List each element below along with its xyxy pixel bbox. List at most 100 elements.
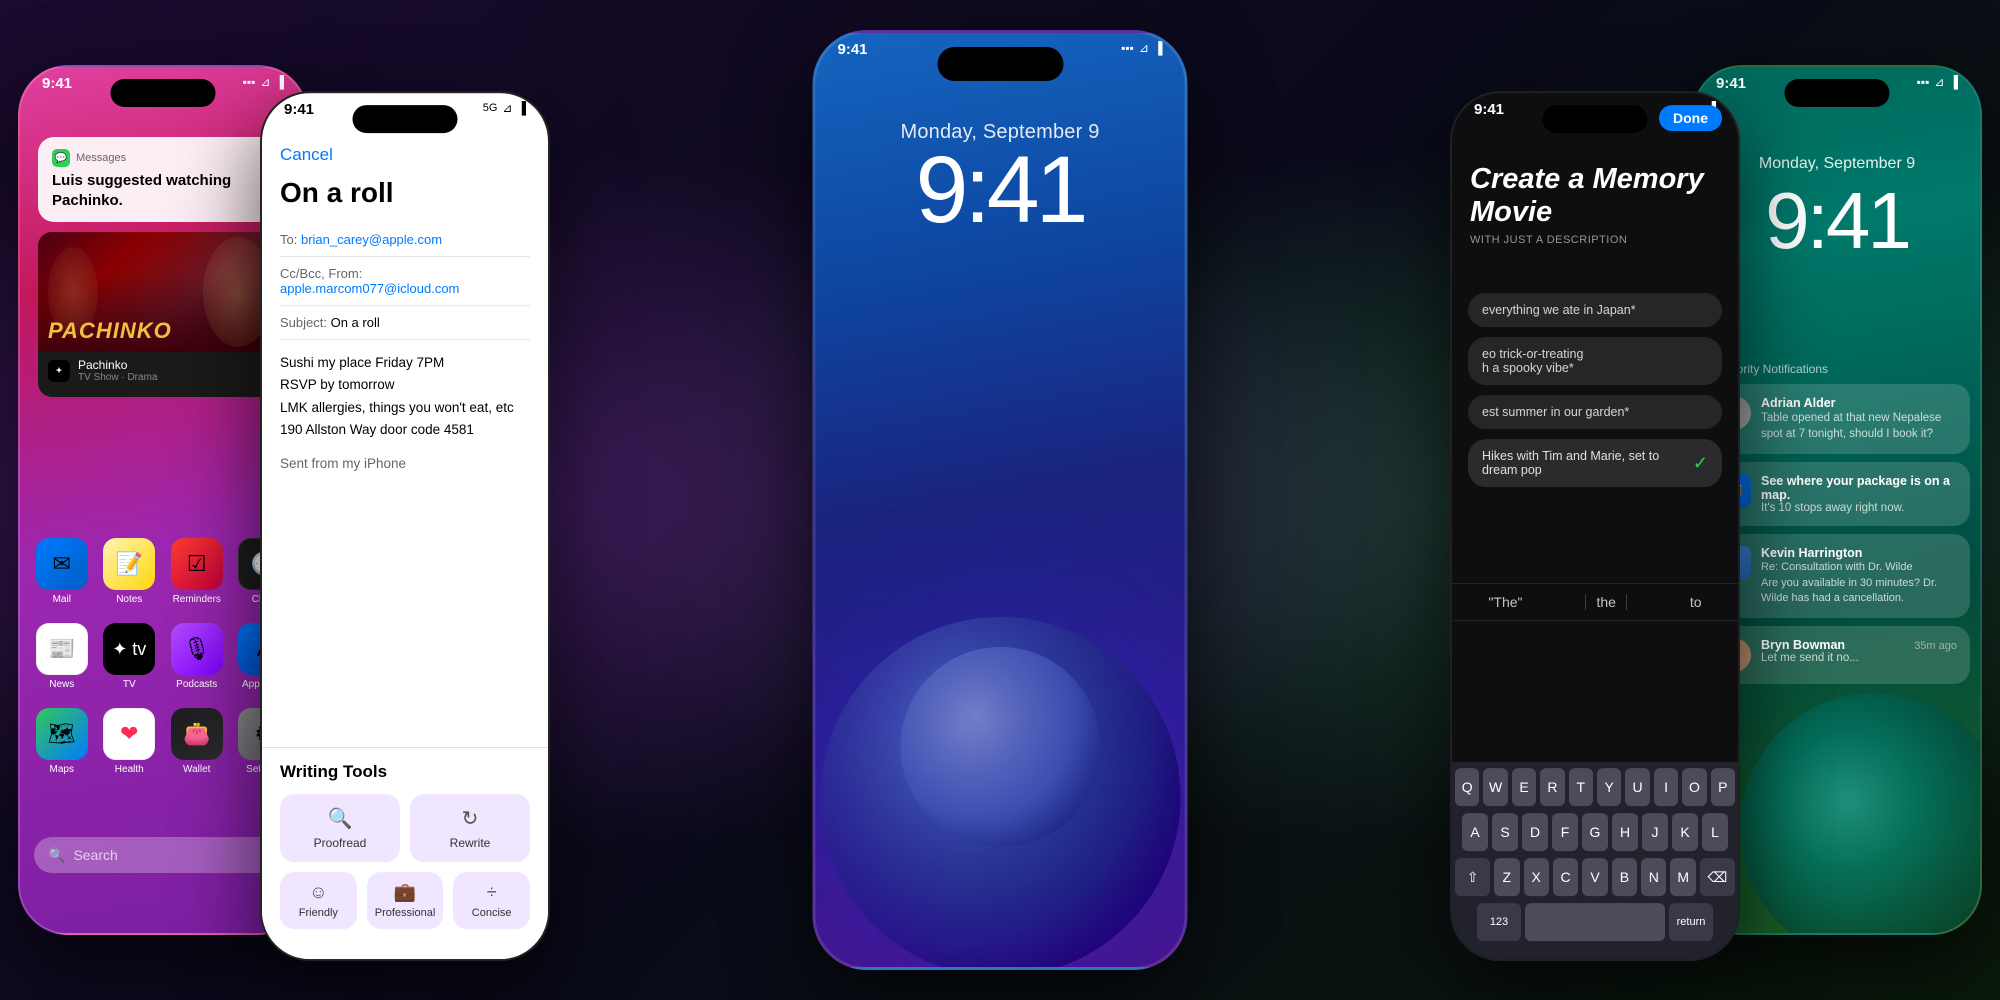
key-K[interactable]: K — [1672, 813, 1698, 851]
phone2-cc-field[interactable]: Cc/Bcc, From: apple.marcom077@icloud.com — [280, 257, 530, 306]
key-A[interactable]: A — [1462, 813, 1488, 851]
phone5-signal-icon: ▪▪▪ — [1917, 75, 1930, 89]
phone1-reminders-label: Reminders — [173, 594, 221, 605]
phone1-show-genre: TV Show · Drama — [78, 372, 157, 383]
key-J[interactable]: J — [1642, 813, 1668, 851]
key-return[interactable]: return — [1669, 903, 1713, 941]
phone5-notif-3[interactable]: ✉ Kevin Harrington Re: Consultation with… — [1704, 534, 1970, 618]
key-T[interactable]: T — [1569, 768, 1593, 806]
key-F[interactable]: F — [1552, 813, 1578, 851]
phone1-reminders-icon: ☑ — [171, 538, 223, 590]
phone1-app-news[interactable]: 📰 News — [36, 623, 88, 690]
key-V[interactable]: V — [1582, 858, 1607, 896]
phone2-friendly-btn[interactable]: ☺ Friendly — [280, 872, 357, 929]
phone4-bubble-2: eo trick-or-treatingh a spooky vibe* — [1468, 337, 1722, 385]
phone1-tv-card[interactable]: PACHINKO ✦ Pachinko TV Show · Drama — [38, 232, 288, 397]
key-U[interactable]: U — [1625, 768, 1649, 806]
phone2-subject-label: Subject: — [280, 315, 331, 330]
phone2-email-body[interactable]: Sushi my place Friday 7PM RSVP by tomorr… — [280, 352, 530, 475]
phone4-bubble-4: Hikes with Tim and Marie, set to dream p… — [1468, 439, 1722, 487]
phone1-app-maps[interactable]: 🗺 Maps — [36, 708, 88, 775]
key-H[interactable]: H — [1612, 813, 1638, 851]
phone1-search-bar[interactable]: 🔍 Search — [34, 837, 292, 873]
phone5-status-time: 9:41 — [1716, 75, 1746, 92]
key-123[interactable]: 123 — [1477, 903, 1521, 941]
phone5-notif-4[interactable]: B Bryn Bowman 35m ago Let me send it no.… — [1704, 626, 1970, 684]
key-L[interactable]: L — [1702, 813, 1728, 851]
phone1-health-label: Health — [115, 764, 144, 775]
phone1-status-icons: ▪▪▪ ⊿ ▐ — [243, 75, 284, 89]
phone5-dynamic-island — [1785, 79, 1890, 107]
key-O[interactable]: O — [1682, 768, 1706, 806]
phone4-done-btn[interactable]: Done — [1659, 105, 1722, 131]
phone2-professional-btn[interactable]: 💼 Professional — [367, 872, 444, 929]
phone1-podcasts-icon: 🎙 — [171, 623, 223, 675]
phone2-proofread-btn[interactable]: 🔍 Proofread — [280, 794, 400, 862]
key-P[interactable]: P — [1711, 768, 1735, 806]
phone5-notifications-area: Priority Notifications A Adrian Alder Ta… — [1704, 362, 1970, 684]
phone1-app-mail[interactable]: ✉ Mail — [36, 538, 88, 605]
phone1-mail-label: Mail — [53, 594, 71, 605]
key-delete[interactable]: ⌫ — [1700, 858, 1735, 896]
phone2-writing-tools-row2: ☺ Friendly 💼 Professional ÷ Concise — [280, 872, 530, 929]
phone4-autocomplete-2[interactable]: the — [1585, 594, 1626, 610]
phone1-app-podcasts[interactable]: 🎙 Podcasts — [171, 623, 223, 690]
phone1-mail-icon: ✉ — [36, 538, 88, 590]
key-D[interactable]: D — [1522, 813, 1548, 851]
phone2-cancel-btn[interactable]: Cancel — [280, 145, 333, 165]
phone5-notif-1[interactable]: A Adrian Alder Table opened at that new … — [1704, 384, 1970, 454]
phone4-autocomplete-1[interactable]: "The" — [1478, 594, 1532, 610]
phone5-notif-1-row: A Adrian Alder Table opened at that new … — [1717, 396, 1957, 442]
phone3-status-icons: ▪▪▪ ⊿ ▐ — [1121, 41, 1162, 55]
phone1-wallet-icon: 👛 — [171, 708, 223, 760]
phone2-to-value: brian_carey@apple.com — [301, 232, 442, 247]
key-I[interactable]: I — [1654, 768, 1678, 806]
key-shift[interactable]: ⇧ — [1455, 858, 1490, 896]
phone2-rewrite-btn[interactable]: ↻ Rewrite — [410, 794, 530, 862]
phone2-professional-label: Professional — [375, 907, 436, 919]
phone1-app-reminders[interactable]: ☑ Reminders — [171, 538, 223, 605]
key-S[interactable]: S — [1492, 813, 1518, 851]
phone2-subject-field[interactable]: Subject: On a roll — [280, 306, 530, 340]
phone5-notif-1-body: Adrian Alder Table opened at that new Ne… — [1761, 396, 1957, 442]
phone1-app-wallet[interactable]: 👛 Wallet — [171, 708, 223, 775]
phone2-professional-icon: 💼 — [394, 882, 416, 903]
phone5-notif-4-time: 35m ago — [1914, 640, 1957, 652]
key-W[interactable]: W — [1483, 768, 1507, 806]
phone4-key-row-1: Q W E R T Y U I O P — [1455, 768, 1735, 806]
key-B[interactable]: B — [1612, 858, 1637, 896]
key-C[interactable]: C — [1553, 858, 1578, 896]
key-R[interactable]: R — [1540, 768, 1564, 806]
phone1-app-tv[interactable]: ✦ tv TV — [103, 623, 155, 690]
phone4-bubble-3: est summer in our garden* — [1468, 395, 1722, 429]
key-Q[interactable]: Q — [1455, 768, 1479, 806]
phone1-app-notes[interactable]: 📝 Notes — [103, 538, 155, 605]
key-Y[interactable]: Y — [1597, 768, 1621, 806]
phone2-to-field[interactable]: To: brian_carey@apple.com — [280, 223, 530, 257]
key-N[interactable]: N — [1641, 858, 1666, 896]
phone1-battery-icon: ▐ — [275, 75, 284, 89]
phone2-writing-tools-panel: Writing Tools 🔍 Proofread ↻ Rewrite ☺ — [262, 747, 548, 959]
phone5-status-icons: ▪▪▪ ⊿ ▐ — [1917, 75, 1958, 89]
key-Z[interactable]: Z — [1494, 858, 1519, 896]
phone5-notif-2[interactable]: 📦 See where your package is on a map. It… — [1704, 462, 1970, 526]
phone1-tv-label: TV — [123, 679, 136, 690]
phone1-app-row-2: 📰 News ✦ tv TV 🎙 Podcasts — [28, 623, 298, 690]
phone5-priority-header: Priority Notifications — [1704, 362, 1970, 376]
phone1-dynamic-island — [111, 79, 216, 107]
phone1-news-label: News — [49, 679, 74, 690]
phone1-app-health[interactable]: ❤ Health — [103, 708, 155, 775]
phone4-autocomplete-3[interactable]: to — [1680, 594, 1712, 610]
phone2-concise-btn[interactable]: ÷ Concise — [453, 872, 530, 929]
phone1-news-icon: 📰 — [36, 623, 88, 675]
phone3-wifi-icon: ⊿ — [1139, 41, 1149, 55]
key-E[interactable]: E — [1512, 768, 1536, 806]
phone1-notes-label: Notes — [116, 594, 142, 605]
phone2-subject-heading: On a roll — [280, 177, 530, 209]
phone4-bubble-4-text: Hikes with Tim and Marie, set to dream p… — [1482, 449, 1685, 477]
key-M[interactable]: M — [1670, 858, 1695, 896]
phone1-notification-card[interactable]: 💬 Messages Luis suggested watching Pachi… — [38, 137, 288, 222]
key-X[interactable]: X — [1524, 858, 1549, 896]
key-space[interactable] — [1525, 903, 1665, 941]
key-G[interactable]: G — [1582, 813, 1608, 851]
